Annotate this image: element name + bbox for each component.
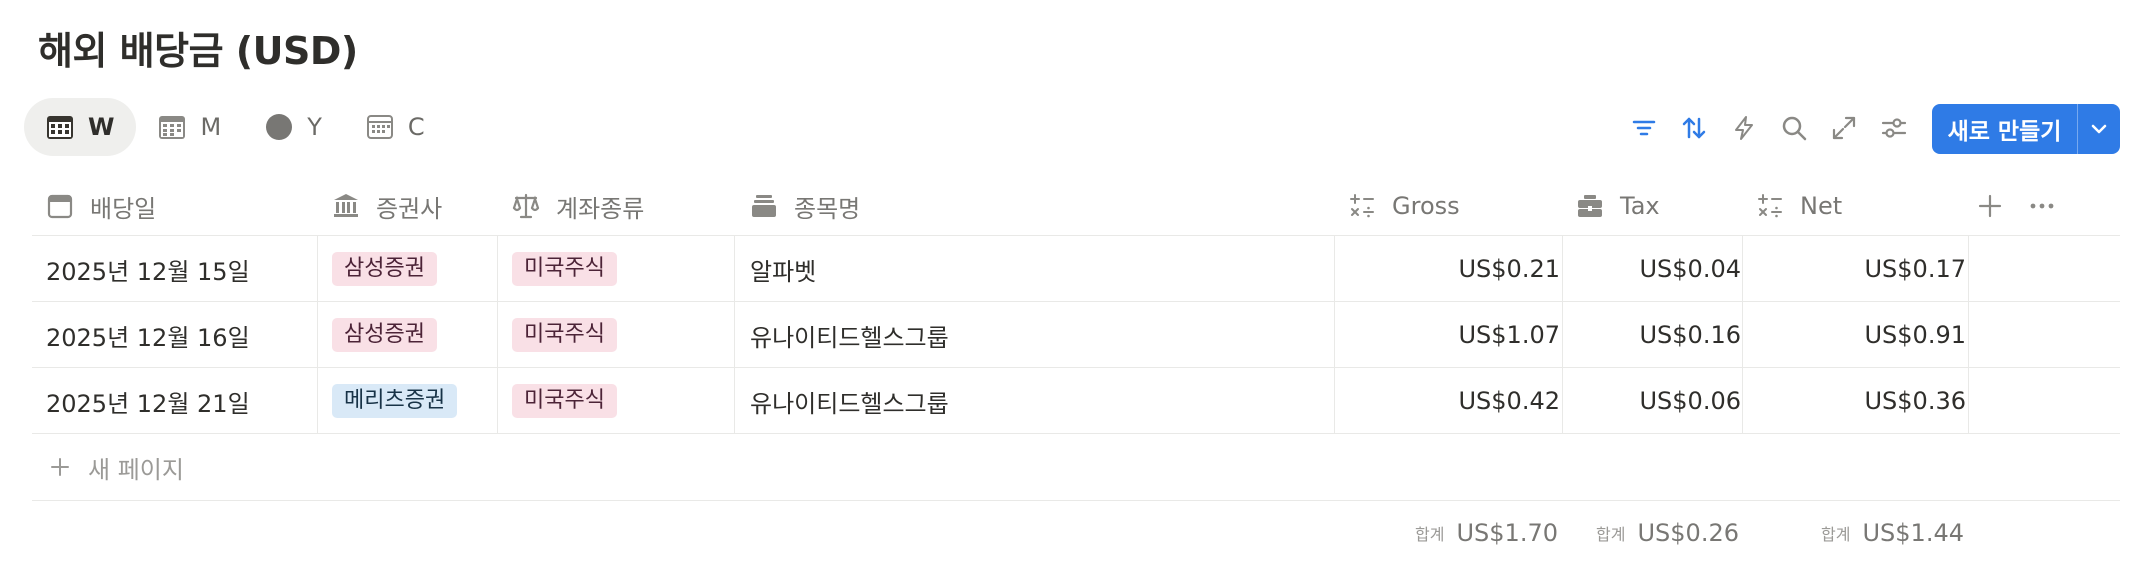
column-header-net[interactable]: Net (1756, 176, 1842, 236)
page-title: 해외 배당금 (USD) (38, 29, 358, 73)
formula-icon (1348, 192, 1376, 220)
scale-icon (512, 192, 540, 220)
stock-cell[interactable]: 알파벳 (750, 236, 816, 302)
add-property-icon[interactable] (1976, 176, 2004, 236)
tab-monthly[interactable]: M (136, 98, 243, 156)
broker-tag: 삼성증권 (332, 318, 437, 352)
calendar-week-icon (46, 113, 74, 141)
expand-icon[interactable] (1824, 108, 1864, 148)
settings-icon[interactable] (1874, 108, 1914, 148)
tax-cell[interactable]: US$0.16 (1562, 302, 1757, 368)
tab-yearly[interactable]: Y (243, 98, 344, 156)
search-icon[interactable] (1774, 108, 1814, 148)
broker-cell[interactable]: 삼성증권 (332, 236, 437, 302)
tax-total[interactable]: 합계 US$0.26 (1562, 501, 1757, 565)
new-page-button[interactable]: 새 페이지 (32, 434, 2120, 501)
stock-cell[interactable]: 유나이티드헬스그룹 (750, 302, 949, 368)
stack-icon (750, 192, 778, 220)
dividend-table: 배당일 증권사 계좌종류 종목명 Gross Tax Net 2025년 12월… (32, 176, 2120, 565)
column-header-tax[interactable]: Tax (1576, 176, 1660, 236)
account-tag: 미국주식 (512, 252, 617, 286)
date-cell[interactable]: 2025년 12월 21일 (46, 368, 250, 434)
column-header-broker[interactable]: 증권사 (332, 176, 442, 236)
tab-label: C (407, 113, 425, 141)
broker-tag: 메리츠증권 (332, 384, 458, 418)
gross-total[interactable]: 합계 US$1.70 (1334, 501, 1576, 565)
more-icon[interactable] (2028, 176, 2056, 236)
new-button-label[interactable]: 새로 만들기 (1932, 104, 2078, 154)
tax-cell[interactable]: US$0.04 (1562, 236, 1757, 302)
date-cell[interactable]: 2025년 12월 16일 (46, 302, 250, 368)
net-cell[interactable]: US$0.17 (1742, 236, 1982, 302)
account-tag: 미국주식 (512, 384, 617, 418)
net-total[interactable]: 합계 US$1.44 (1742, 501, 1982, 565)
total-label: 합계 (1821, 525, 1851, 544)
tab-weekly[interactable]: W (24, 98, 137, 156)
column-header-date[interactable]: 배당일 (46, 176, 156, 236)
gross-cell[interactable]: US$1.07 (1334, 302, 1576, 368)
sort-icon[interactable] (1674, 108, 1714, 148)
net-cell[interactable]: US$0.36 (1742, 368, 1982, 434)
account-cell[interactable]: 미국주식 (512, 368, 617, 434)
total-value: US$1.70 (1456, 519, 1558, 547)
tab-label: Y (307, 113, 322, 141)
gross-cell[interactable]: US$0.42 (1334, 368, 1576, 434)
broker-tag: 삼성증권 (332, 252, 437, 286)
column-header-account[interactable]: 계좌종류 (512, 176, 644, 236)
table-header: 배당일 증권사 계좌종류 종목명 Gross Tax Net (32, 176, 2120, 236)
calendar-month-icon (158, 113, 186, 141)
new-page-label: 새 페이지 (88, 455, 184, 484)
date-cell[interactable]: 2025년 12월 15일 (46, 236, 250, 302)
tab-label: W (88, 113, 115, 141)
folder-icon (1576, 192, 1604, 220)
new-button: 새로 만들기 (1932, 104, 2120, 154)
account-cell[interactable]: 미국주식 (512, 236, 617, 302)
table-row[interactable]: 2025년 12월 15일 삼성증권 미국주식 알파벳 US$0.21 US$0… (32, 236, 2120, 302)
automation-icon[interactable] (1724, 108, 1764, 148)
circle-icon (265, 113, 293, 141)
account-tag: 미국주식 (512, 318, 617, 352)
filter-icon[interactable] (1624, 108, 1664, 148)
tab-calendar[interactable]: C (344, 98, 447, 156)
plus-icon (48, 455, 72, 479)
account-cell[interactable]: 미국주식 (512, 302, 617, 368)
tab-label: M (200, 113, 222, 141)
bank-icon (332, 192, 360, 220)
broker-cell[interactable]: 메리츠증권 (332, 368, 458, 434)
table-row[interactable]: 2025년 12월 21일 메리츠증권 미국주식 유나이티드헬스그룹 US$0.… (32, 368, 2120, 434)
calendar-icon (46, 192, 74, 220)
tax-cell[interactable]: US$0.06 (1562, 368, 1757, 434)
column-header-gross[interactable]: Gross (1348, 176, 1460, 236)
totals-row: 합계 US$1.70 합계 US$0.26 합계 US$1.44 (32, 501, 2120, 565)
chevron-down-icon[interactable] (2078, 104, 2120, 154)
total-value: US$1.44 (1862, 519, 1964, 547)
column-header-stock[interactable]: 종목명 (750, 176, 860, 236)
total-label: 합계 (1415, 525, 1445, 544)
broker-cell[interactable]: 삼성증권 (332, 302, 437, 368)
formula-icon (1756, 192, 1784, 220)
gross-cell[interactable]: US$0.21 (1334, 236, 1576, 302)
total-label: 합계 (1596, 525, 1626, 544)
stock-cell[interactable]: 유나이티드헬스그룹 (750, 368, 949, 434)
net-cell[interactable]: US$0.91 (1742, 302, 1982, 368)
view-tabs: W M Y C (24, 98, 447, 156)
calendar-icon (366, 113, 394, 141)
total-value: US$0.26 (1637, 519, 1739, 547)
table-row[interactable]: 2025년 12월 16일 삼성증권 미국주식 유나이티드헬스그룹 US$1.0… (32, 302, 2120, 368)
